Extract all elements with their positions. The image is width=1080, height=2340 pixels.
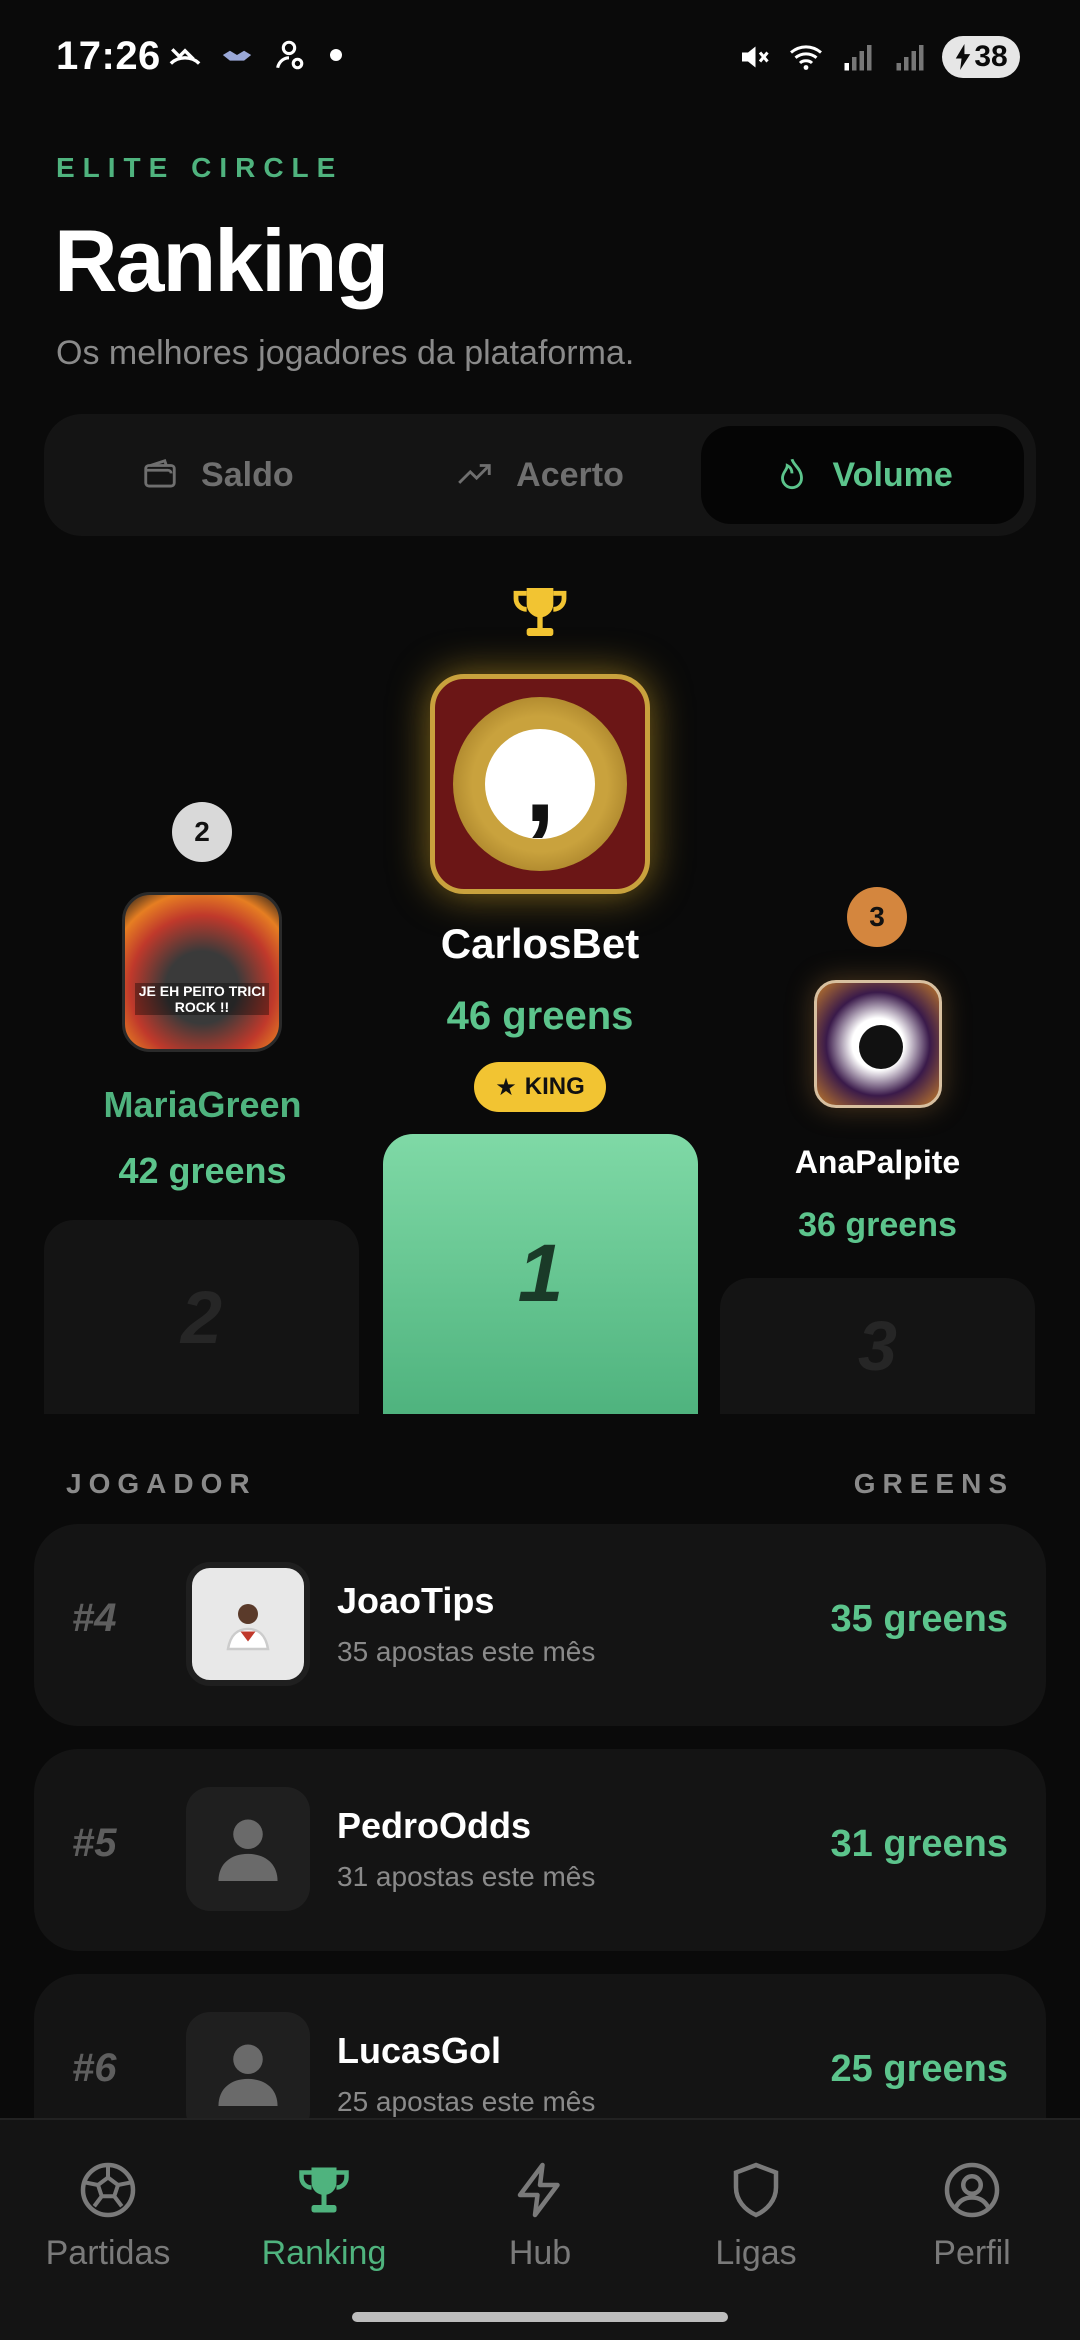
charging-bolt-icon [956, 44, 971, 70]
nav-ranking[interactable]: Ranking [216, 2160, 432, 2273]
third-place-name[interactable]: AnaPalpite [720, 1144, 1035, 1181]
lightning-icon [517, 2162, 560, 2218]
shield-icon [733, 2162, 779, 2218]
trophy-icon [299, 2167, 349, 2213]
row-player-name: LucasGol [337, 2030, 502, 2071]
nav-perfil[interactable]: Perfil [864, 2160, 1080, 2273]
list-header-player: JOGADOR [66, 1468, 257, 1499]
page-title: Ranking [54, 211, 389, 310]
first-place-avatar[interactable]: , [430, 674, 650, 894]
trophy-icon [513, 588, 567, 636]
row-greens: 25 greens [830, 2048, 1008, 2090]
third-place-avatar[interactable] [814, 980, 942, 1108]
row-player-name: JoaoTips [337, 1580, 495, 1621]
user-icon [218, 2044, 278, 2106]
home-indicator[interactable] [352, 2312, 728, 2322]
ranking-row[interactable]: #5 PedroOdds 31 apostas este mês 31 gree… [34, 1749, 1046, 1951]
notification-icons [168, 38, 342, 72]
placeholder-avatar [186, 1787, 310, 1911]
second-place-greens: 42 greens [118, 1150, 287, 1191]
trend-up-icon [458, 464, 491, 484]
nav-partidas-label: Partidas [45, 2234, 171, 2272]
nav-perfil-label: Perfil [933, 2234, 1011, 2272]
notification-dot-icon [330, 49, 342, 61]
second-avatar-caption: JE EH PEITO TRICI ROCK !! [135, 983, 269, 1015]
player-photo-avatar [186, 1562, 310, 1686]
podium-block-first: 1 [383, 1134, 698, 1414]
third-place-greens: 36 greens [798, 1206, 957, 1244]
row-bets-count: 25 apostas este mês [337, 2086, 596, 2117]
first-place-name[interactable]: CarlosBet [340, 920, 740, 968]
star-icon: ★ [495, 1073, 517, 1101]
ranking-metric-tabs: Saldo Acerto Volume [44, 414, 1036, 536]
battery-level: 38 [974, 40, 1008, 73]
page-subtitle: Os melhores jogadores da plataforma. [56, 334, 635, 372]
battery-indicator: 38 [942, 36, 1020, 78]
mute-icon [742, 46, 769, 68]
tab-volume[interactable]: Volume [701, 426, 1025, 524]
row-rank: #6 [72, 2046, 117, 2090]
podium-block-second: 2 [44, 1220, 359, 1414]
king-badge-label: KING [524, 1073, 585, 1100]
nav-ligas[interactable]: Ligas [648, 2160, 864, 2273]
row-rank: #4 [72, 1596, 117, 1640]
second-place-rank-badge: 2 [172, 802, 232, 862]
account-icon [276, 40, 304, 70]
system-icons: 38 [734, 36, 1020, 78]
flame-icon [780, 458, 803, 490]
tab-acerto[interactable]: Acerto [379, 426, 702, 524]
list-header-greens: GREENS [853, 1468, 1014, 1499]
podium: , CarlosBet 46 greens ★ KING 2 JE EH PEI… [0, 580, 1080, 1414]
first-avatar-glyph: , [485, 729, 595, 839]
tab-volume-label: Volume [832, 455, 953, 494]
eyebrow-label: ELITE CIRCLE [56, 152, 344, 183]
user-icon [218, 1819, 278, 1881]
signal-icon-2 [896, 45, 924, 71]
wifi-icon [790, 45, 822, 70]
ranking-row[interactable]: #4 JoaoTips 35 apostas este mês 35 green… [34, 1524, 1046, 1726]
row-bets-count: 35 apostas este mês [337, 1636, 596, 1667]
nav-hub-label: Hub [508, 2234, 572, 2272]
row-rank: #5 [72, 1821, 117, 1865]
first-place-greens: 46 greens [446, 994, 634, 1038]
second-place-avatar[interactable]: JE EH PEITO TRICI ROCK !! [122, 892, 282, 1052]
podium-block-third: 3 [720, 1278, 1035, 1414]
missed-call-icon [169, 48, 201, 65]
nav-ligas-label: Ligas [715, 2234, 797, 2272]
wallet-icon [144, 458, 176, 488]
row-greens: 35 greens [830, 1598, 1008, 1640]
tab-saldo[interactable]: Saldo [56, 426, 379, 524]
nav-hub[interactable]: Hub [432, 2160, 648, 2273]
handshake-icon [222, 50, 252, 61]
second-place-name[interactable]: MariaGreen [40, 1084, 365, 1126]
soccer-ball-icon [80, 2162, 136, 2218]
bottom-navigation: Partidas Ranking Hub Ligas Perfil [0, 2118, 1080, 2340]
third-place-rank-badge: 3 [847, 887, 907, 947]
tab-saldo-label: Saldo [201, 455, 294, 494]
nav-partidas[interactable]: Partidas [0, 2160, 216, 2273]
king-badge: ★ KING [474, 1062, 606, 1112]
signal-icon [844, 45, 872, 71]
nav-ranking-label: Ranking [261, 2234, 387, 2272]
row-greens: 31 greens [830, 1823, 1008, 1865]
status-bar: 17:26 38 [0, 0, 1080, 110]
row-bets-count: 31 apostas este mês [337, 1861, 596, 1892]
user-circle-icon [944, 2162, 1000, 2218]
row-player-name: PedroOdds [337, 1805, 532, 1846]
avatar-eye-emblem [859, 1025, 903, 1069]
tab-acerto-label: Acerto [516, 455, 624, 494]
status-time: 17:26 [56, 34, 161, 78]
person-photo-icon [226, 1604, 270, 1651]
